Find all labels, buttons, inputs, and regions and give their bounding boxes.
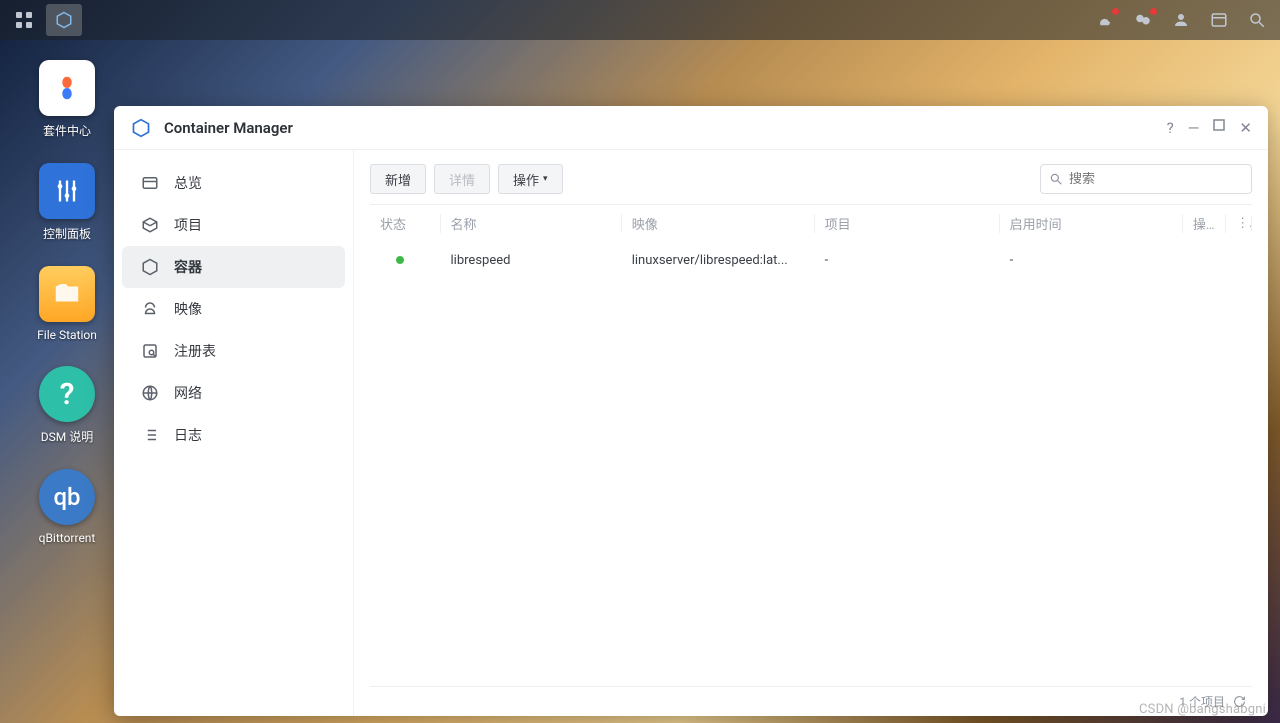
col-status[interactable]: 状态: [370, 214, 441, 233]
taskbar-apps-icon[interactable]: [6, 4, 42, 36]
cell-project: -: [815, 253, 1000, 268]
minimize-icon[interactable]: —: [1188, 119, 1200, 137]
cell-image: linuxserver/librespeed:lat...: [622, 253, 815, 268]
desktop-icon-control-panel[interactable]: 控制面板: [22, 163, 112, 242]
image-icon: [140, 299, 160, 319]
table-header: 状态 名称 映像 项目 启用时间 操... ⋮: [370, 205, 1252, 241]
cell-name: librespeed: [441, 253, 622, 268]
project-icon: [140, 215, 160, 235]
registry-icon: [140, 341, 160, 361]
table-row[interactable]: librespeed linuxserver/librespeed:lat...…: [370, 241, 1252, 279]
desktop-icon-label: DSM 说明: [41, 428, 93, 445]
chevron-down-icon: ▾: [543, 174, 548, 184]
taskbar: [0, 0, 1280, 40]
sidebar-item-overview[interactable]: 总览: [122, 162, 345, 204]
sidebar-item-label: 网络: [174, 383, 202, 403]
sidebar-item-container[interactable]: 容器: [122, 246, 345, 288]
sidebar-item-log[interactable]: 日志: [122, 414, 345, 456]
desktop-icon-label: File Station: [37, 328, 97, 342]
sidebar-item-label: 容器: [174, 257, 202, 277]
desktop-icon-label: 控制面板: [43, 225, 91, 242]
taskbar-container-icon[interactable]: [46, 4, 82, 36]
desktop-icon-label: qBittorrent: [39, 531, 96, 545]
desktop-icon-dsm-help[interactable]: ? DSM 说明: [22, 366, 112, 445]
desktop-icon-qbittorrent[interactable]: qb qBittorrent: [22, 469, 112, 545]
window-title: Container Manager: [164, 119, 293, 137]
cell-status: [370, 253, 441, 268]
col-operation[interactable]: 操...: [1183, 214, 1226, 233]
container-manager-window: Container Manager ? — ✕ 总览 项目 容器 映像 注册表 …: [114, 106, 1268, 716]
log-icon: [140, 425, 160, 445]
close-icon[interactable]: ✕: [1239, 119, 1252, 137]
sidebar-item-label: 映像: [174, 299, 202, 319]
sidebar-item-label: 项目: [174, 215, 202, 235]
col-uptime[interactable]: 启用时间: [1000, 214, 1183, 233]
sidebar: 总览 项目 容器 映像 注册表 网络 日志: [114, 150, 354, 716]
taskbar-widget-icon[interactable]: [1088, 4, 1122, 36]
watermark: CSDN @bangshabgni: [1139, 702, 1266, 717]
desktop-icons: 套件中心 控制面板 File Station ? DSM 说明 qb qBitt…: [22, 60, 112, 545]
sidebar-item-label: 日志: [174, 425, 202, 445]
add-button[interactable]: 新增: [370, 164, 426, 194]
container-icon: [140, 257, 160, 277]
col-more-icon[interactable]: ⋮: [1226, 216, 1252, 231]
table-footer: 1 个项目: [370, 686, 1252, 716]
taskbar-dashboard-icon[interactable]: [1202, 4, 1236, 36]
taskbar-search-icon[interactable]: [1240, 4, 1274, 36]
app-icon: [130, 117, 152, 139]
sidebar-item-image[interactable]: 映像: [122, 288, 345, 330]
desktop-icon-file-station[interactable]: File Station: [22, 266, 112, 342]
status-running-icon: [396, 256, 404, 264]
action-button[interactable]: 操作▾: [498, 164, 563, 194]
detail-button[interactable]: 详情: [434, 164, 490, 194]
window-titlebar: Container Manager ? — ✕: [114, 106, 1268, 150]
taskbar-chat-icon[interactable]: [1126, 4, 1160, 36]
col-image[interactable]: 映像: [622, 214, 815, 233]
desktop-icon-label: 套件中心: [43, 122, 91, 139]
sidebar-item-network[interactable]: 网络: [122, 372, 345, 414]
search-box[interactable]: [1040, 164, 1252, 194]
main-panel: 新增 详情 操作▾ 状态 名称 映像 项目 启用时间 操... ⋮: [354, 150, 1268, 716]
sidebar-item-registry[interactable]: 注册表: [122, 330, 345, 372]
network-icon: [140, 383, 160, 403]
desktop-icon-package-center[interactable]: 套件中心: [22, 60, 112, 139]
sidebar-item-project[interactable]: 项目: [122, 204, 345, 246]
search-icon: [1049, 172, 1063, 186]
maximize-icon[interactable]: [1213, 119, 1225, 137]
toolbar: 新增 详情 操作▾: [370, 164, 1252, 194]
container-table: 状态 名称 映像 项目 启用时间 操... ⋮ librespeed linux…: [370, 204, 1252, 716]
search-input[interactable]: [1069, 172, 1243, 187]
overview-icon: [140, 173, 160, 193]
sidebar-item-label: 注册表: [174, 341, 216, 361]
taskbar-user-icon[interactable]: [1164, 4, 1198, 36]
sidebar-item-label: 总览: [174, 173, 202, 193]
cell-uptime: -: [1000, 253, 1183, 268]
col-name[interactable]: 名称: [441, 214, 622, 233]
help-icon[interactable]: ?: [1167, 119, 1174, 137]
col-project[interactable]: 项目: [815, 214, 1000, 233]
